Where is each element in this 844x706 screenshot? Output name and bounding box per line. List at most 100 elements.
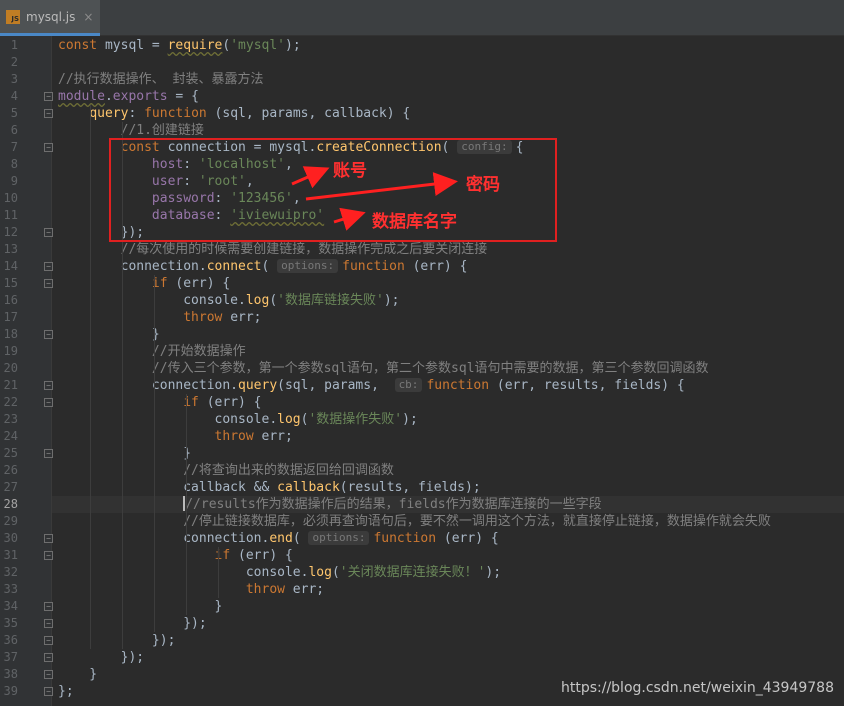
code-text: }); <box>58 633 176 648</box>
tab-mysql-js[interactable]: JS mysql.js × <box>0 0 100 36</box>
code-line[interactable]: 32 console.log('关闭数据库连接失败！'); <box>0 564 844 581</box>
line-number: 6 <box>10 123 18 137</box>
fold-marker-icon[interactable]: − <box>44 687 53 696</box>
fold-marker-icon[interactable]: − <box>44 636 53 645</box>
code-line[interactable]: 21 − connection.query(sql, params, cb: fun… <box>0 377 844 394</box>
code-line[interactable]: 2 <box>0 54 844 71</box>
code-line[interactable]: 27 callback && callback(results, fields)… <box>0 479 844 496</box>
code-line[interactable]: 34 − } <box>0 598 844 615</box>
code-line[interactable]: 19 //开始数据操作 <box>0 343 844 360</box>
line-number: 17 <box>3 310 18 324</box>
fold-marker-icon[interactable]: − <box>44 330 53 339</box>
code-editor[interactable]: 1 const mysql = require('mysql'); 2 3//执行数据… <box>0 36 844 706</box>
code-line[interactable]: 4 − module.exports = { <box>0 88 844 105</box>
fold-marker-icon[interactable]: − <box>44 228 53 237</box>
code-line[interactable]: 6 //1.创建链接 <box>0 122 844 139</box>
code-text: //传入三个参数，第一个参数sql语句，第二个参数sql语句中需要的数据，第三个… <box>151 361 709 376</box>
line-number: 23 <box>3 412 18 426</box>
code-line[interactable]: 13 //每次使用的时候需要创建链接，数据操作完成之后要关闭连接 <box>0 241 844 258</box>
code-line[interactable]: 18 − } <box>0 326 844 343</box>
fold-marker-icon[interactable]: − <box>44 449 53 458</box>
code-text: }); <box>58 616 207 631</box>
fold-marker-icon[interactable]: − <box>44 279 53 288</box>
code-text: //开始数据操作 <box>151 344 246 359</box>
code-text: }; <box>58 684 74 699</box>
code-line[interactable]: 15 − if (err) { <box>0 275 844 292</box>
line-number: 14 <box>3 259 18 273</box>
code-text: connection.end( options: function (err) { <box>58 531 499 546</box>
indent-guide <box>186 394 187 615</box>
code-text: module.exports = { <box>58 89 199 104</box>
code-text: } <box>58 446 192 461</box>
fold-marker-icon[interactable]: − <box>44 551 53 560</box>
line-number: 34 <box>3 599 18 613</box>
code-line[interactable]: 31 − if (err) { <box>0 547 844 564</box>
line-number: 4 <box>10 89 18 103</box>
code-line[interactable]: 1 const mysql = require('mysql'); <box>0 37 844 54</box>
line-number: 8 <box>10 157 18 171</box>
line-number: 10 <box>3 191 18 205</box>
code-line[interactable]: 26 //将查询出来的数据返回给回调函数 <box>0 462 844 479</box>
line-number: 37 <box>3 650 18 664</box>
code-line[interactable]: 14 − connection.connect( options: function… <box>0 258 844 275</box>
line-number: 33 <box>3 582 18 596</box>
code-line[interactable]: 5 − query: function (sql, params, callbac… <box>0 105 844 122</box>
code-line[interactable]: 23 console.log('数据操作失败'); <box>0 411 844 428</box>
fold-marker-icon[interactable]: − <box>44 381 53 390</box>
code-line[interactable]: 33 throw err; <box>0 581 844 598</box>
line-number: 26 <box>3 463 18 477</box>
code-line[interactable]: 30 − connection.end( options: function (er… <box>0 530 844 547</box>
fold-marker-icon[interactable]: − <box>44 653 53 662</box>
javascript-file-icon: JS <box>6 9 20 24</box>
line-number: 27 <box>3 480 18 494</box>
indent-guide <box>90 105 91 649</box>
fold-marker-icon[interactable]: − <box>44 398 53 407</box>
fold-marker-icon[interactable]: − <box>44 109 53 118</box>
line-number: 29 <box>3 514 18 528</box>
close-tab-icon[interactable]: × <box>83 10 93 24</box>
annotation-database-name: 数据库名字 <box>372 212 457 232</box>
code-text: //停止链接数据库，必须再查询语句后，要不然一调用这个方法，就直接停止链接，数据… <box>183 514 771 529</box>
fold-marker-icon[interactable]: − <box>44 534 53 543</box>
code-line[interactable]: 17 throw err; <box>0 309 844 326</box>
code-text: if (err) { <box>214 548 293 563</box>
line-number: 21 <box>3 378 18 392</box>
fold-marker-icon[interactable]: − <box>44 602 53 611</box>
code-text: console.log('数据库链接失败'); <box>58 293 400 308</box>
fold-marker-icon[interactable]: − <box>44 143 53 152</box>
line-number: 16 <box>3 293 18 307</box>
annotation-password: 密码 <box>466 175 500 195</box>
code-text: query: function (sql, params, callback) … <box>89 106 411 121</box>
code-line[interactable]: 3 //执行数据操作、 封装、暴露方法 <box>0 71 844 88</box>
editor-tab-bar: JS mysql.js × <box>0 0 844 36</box>
code-line[interactable]: 37 − }); <box>0 649 844 666</box>
code-text: throw err; <box>183 310 262 325</box>
code-text: } <box>58 599 223 614</box>
code-line[interactable]: 20 //传入三个参数，第一个参数sql语句，第二个参数sql语句中需要的数据，… <box>0 360 844 377</box>
code-line[interactable]: 24 throw err; <box>0 428 844 445</box>
line-number: 5 <box>10 106 18 120</box>
line-number: 15 <box>3 276 18 290</box>
fold-marker-icon[interactable]: − <box>44 619 53 628</box>
line-number: 25 <box>3 446 18 460</box>
code-line[interactable]: 29 //停止链接数据库，必须再查询语句后，要不然一调用这个方法，就直接停止链接… <box>0 513 844 530</box>
fold-marker-icon[interactable]: − <box>44 92 53 101</box>
line-number: 12 <box>3 225 18 239</box>
code-line[interactable]: 36 − }); <box>0 632 844 649</box>
code-text: throw err; <box>245 582 325 597</box>
fold-marker-icon[interactable]: − <box>44 262 53 271</box>
line-number: 2 <box>10 55 18 69</box>
code-line[interactable]: 22 − if (err) { <box>0 394 844 411</box>
fold-marker-icon[interactable]: − <box>44 670 53 679</box>
code-text: } <box>58 667 98 682</box>
line-number: 20 <box>3 361 18 375</box>
line-number: 30 <box>3 531 18 545</box>
code-line[interactable]: 28 //results作为数据操作后的结果，fields作为数据库连接的一些字… <box>0 496 844 513</box>
code-text: connection.query(sql, params, cb: functio… <box>58 378 685 393</box>
line-number: 7 <box>10 140 18 154</box>
code-line[interactable]: 25 − } <box>0 445 844 462</box>
line-number: 39 <box>3 684 18 698</box>
code-line[interactable]: 16 console.log('数据库链接失败'); <box>0 292 844 309</box>
code-text: console.log('数据操作失败'); <box>58 412 418 427</box>
code-line[interactable]: 35 − }); <box>0 615 844 632</box>
